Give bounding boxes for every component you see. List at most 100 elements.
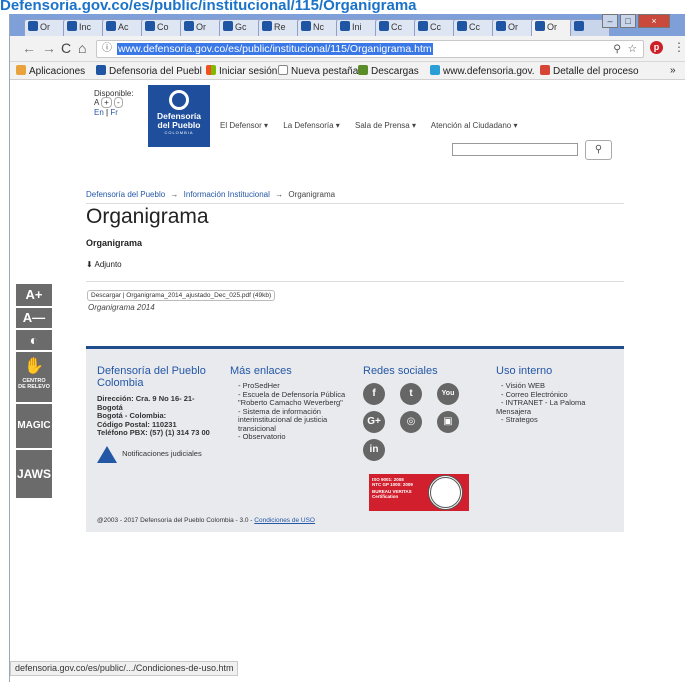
attachment-caption: Organigrama 2014: [88, 303, 155, 312]
breadcrumb-current: Organigrama: [288, 190, 336, 199]
contrast-button[interactable]: ◐: [16, 330, 52, 350]
breadcrumb-home[interactable]: Defensoría del Pueblo: [86, 190, 165, 199]
bookmark-iniciar-sesion[interactable]: Iniciar sesión: [206, 65, 277, 77]
bookmark-defensoria-gov[interactable]: www.defensoria.gov.: [430, 65, 535, 77]
magic-button[interactable]: MAGIC: [16, 404, 52, 448]
footer-uso-interno: Uso interno - Visión WEB - Correo Electr…: [496, 365, 616, 425]
link-escuela[interactable]: - Escuela de Defensoría Pública "Roberto…: [230, 390, 348, 408]
disponible-label: Disponible:: [94, 89, 134, 98]
browser-tab[interactable]: Inc: [63, 19, 107, 36]
page-caption: Defensoria.gov.co/es/public/instituciona…: [0, 0, 685, 14]
browser-toolbar: ← → C ⌂ ⓘ www.defensoria.gov.co/es/publi…: [10, 36, 685, 62]
address-bar[interactable]: ⓘ www.defensoria.gov.co/es/public/instit…: [96, 40, 644, 58]
tab-favicon-icon: [574, 21, 584, 31]
link-observatorio[interactable]: - Observatorio: [230, 432, 348, 442]
download-icon: ⬇: [86, 260, 93, 269]
info-icon[interactable]: ⓘ: [102, 41, 112, 57]
notificaciones-link[interactable]: Notificaciones judiciales: [97, 445, 222, 463]
browser-window: Or Inc Ac Co Or Gc Re Nc Ini Cc Cc Cc Or Or – □ × ← →…: [9, 14, 685, 682]
browser-tab[interactable]: Re: [258, 19, 302, 36]
language-links: En | Fr: [94, 108, 118, 117]
copyright: @2003 - 2017 Defensoría del Pueblo Colom…: [97, 517, 315, 524]
browser-tab[interactable]: Or: [24, 19, 68, 36]
tab-favicon-icon: [496, 21, 506, 31]
exit-icon: [540, 65, 550, 75]
facebook-icon[interactable]: f: [363, 383, 385, 405]
pinterest-icon[interactable]: p: [650, 41, 663, 54]
url-text: www.defensoria.gov.co/es/public/instituc…: [117, 43, 433, 55]
text-size-controls[interactable]: A + -: [94, 97, 123, 108]
dove-icon: [169, 90, 189, 110]
search-input[interactable]: [452, 143, 578, 156]
browser-tab[interactable]: Cc: [453, 19, 497, 36]
text-decrease-button[interactable]: A—: [16, 308, 52, 328]
microsoft-icon: [206, 65, 216, 75]
twitter-icon[interactable]: t: [400, 383, 422, 405]
page-content: Disponible: A + - En | Fr Defensoría del…: [10, 80, 685, 664]
footer-org: Defensoría del Pueblo Colombia Dirección…: [97, 365, 222, 463]
tab-favicon-icon: [262, 21, 272, 31]
maximize-button[interactable]: □: [620, 14, 636, 28]
adjunto-label: ⬇ Adjunto: [86, 260, 122, 269]
reload-icon[interactable]: C: [61, 40, 71, 56]
search-icon: ⚲: [594, 144, 603, 155]
defensoria-icon: [96, 65, 106, 75]
bookmarks-overflow[interactable]: »: [670, 65, 676, 76]
browser-tab[interactable]: Or: [180, 19, 224, 36]
bookmark-nueva-pestana[interactable]: Nueva pestaña: [278, 65, 358, 77]
lang-fr-link[interactable]: Fr: [110, 108, 118, 117]
menu-sala-de-prensa[interactable]: Sala de Prensa ▾: [355, 121, 416, 130]
centro-relevo-button[interactable]: ✋ CENTRO DE RELEVO: [16, 352, 52, 402]
status-bar: defensoria.gov.co/es/public/.../Condicio…: [10, 661, 239, 676]
forward-icon[interactable]: →: [42, 40, 56, 56]
menu-atencion-ciudadano[interactable]: Atención al Ciudadano ▾: [431, 121, 518, 130]
breadcrumb-info[interactable]: Información Institucional: [184, 190, 270, 199]
youtube-icon[interactable]: You: [437, 383, 459, 405]
tab-favicon-icon: [457, 21, 467, 31]
link-sistema[interactable]: - Sistema de información interinstitucio…: [230, 407, 348, 434]
bookmark-detalle-proceso[interactable]: Detalle del proceso: [540, 65, 639, 77]
bureau-veritas-seal-icon: [428, 475, 463, 510]
tab-favicon-icon: [184, 21, 194, 31]
menu-icon[interactable]: ⋮: [673, 40, 685, 54]
bookmark-apps[interactable]: Aplicaciones: [16, 65, 85, 77]
instagram-icon[interactable]: ◎: [400, 411, 422, 433]
browser-tab[interactable]: Ini: [336, 19, 380, 36]
hands-icon: ✋: [24, 358, 44, 375]
download-link[interactable]: Descargar | Organigrama_2014_ajustado_De…: [87, 290, 276, 301]
back-icon[interactable]: ←: [22, 40, 36, 56]
bookmark-descargas[interactable]: Descargas: [358, 65, 419, 77]
condiciones-link[interactable]: Condiciones de USO: [254, 517, 315, 524]
flickr-icon[interactable]: ▣: [437, 411, 459, 433]
browser-tab[interactable]: Nc: [297, 19, 341, 36]
menu-la-defensoria[interactable]: La Defensoría ▾: [283, 121, 340, 130]
jaws-button[interactable]: JAWS: [16, 450, 52, 498]
browser-tab[interactable]: Cc: [375, 19, 419, 36]
home-icon[interactable]: ⌂: [78, 40, 86, 56]
tab-favicon-icon: [301, 21, 311, 31]
browser-tab[interactable]: Cc: [414, 19, 458, 36]
minimize-button[interactable]: –: [602, 14, 618, 28]
browser-tab[interactable]: Co: [141, 19, 185, 36]
googleplus-icon[interactable]: G+: [363, 411, 385, 433]
lang-en-link[interactable]: En: [94, 108, 104, 117]
iso-certification-badge: ISO 9001: 2008 NTC GP 1000: 2009 BUREAU …: [369, 474, 469, 511]
text-increase-button[interactable]: A+: [16, 284, 52, 306]
breadcrumb: Defensoría del Pueblo → Información Inst…: [86, 190, 336, 199]
download-icon: [358, 65, 368, 75]
star-icon[interactable]: ☆: [628, 41, 637, 57]
link-strategos[interactable]: - Strategos: [496, 415, 616, 425]
linkedin-icon[interactable]: in: [363, 439, 385, 461]
browser-tab[interactable]: Gc: [219, 19, 263, 36]
search-button[interactable]: ⚲: [585, 140, 612, 160]
site-footer: Defensoría del Pueblo Colombia Dirección…: [86, 346, 624, 532]
close-button[interactable]: ×: [638, 14, 670, 28]
warning-icon: [97, 445, 117, 463]
zoom-icon[interactable]: ⚲: [613, 41, 621, 57]
tab-favicon-icon: [106, 21, 116, 31]
browser-tab[interactable]: Or: [492, 19, 536, 36]
browser-tab[interactable]: Ac: [102, 19, 146, 36]
site-logo[interactable]: Defensoría del Pueblo COLOMBIA: [148, 85, 210, 147]
menu-el-defensor[interactable]: El Defensor ▾: [220, 121, 268, 130]
bookmark-defensoria[interactable]: Defensoria del Puebl: [96, 65, 202, 77]
